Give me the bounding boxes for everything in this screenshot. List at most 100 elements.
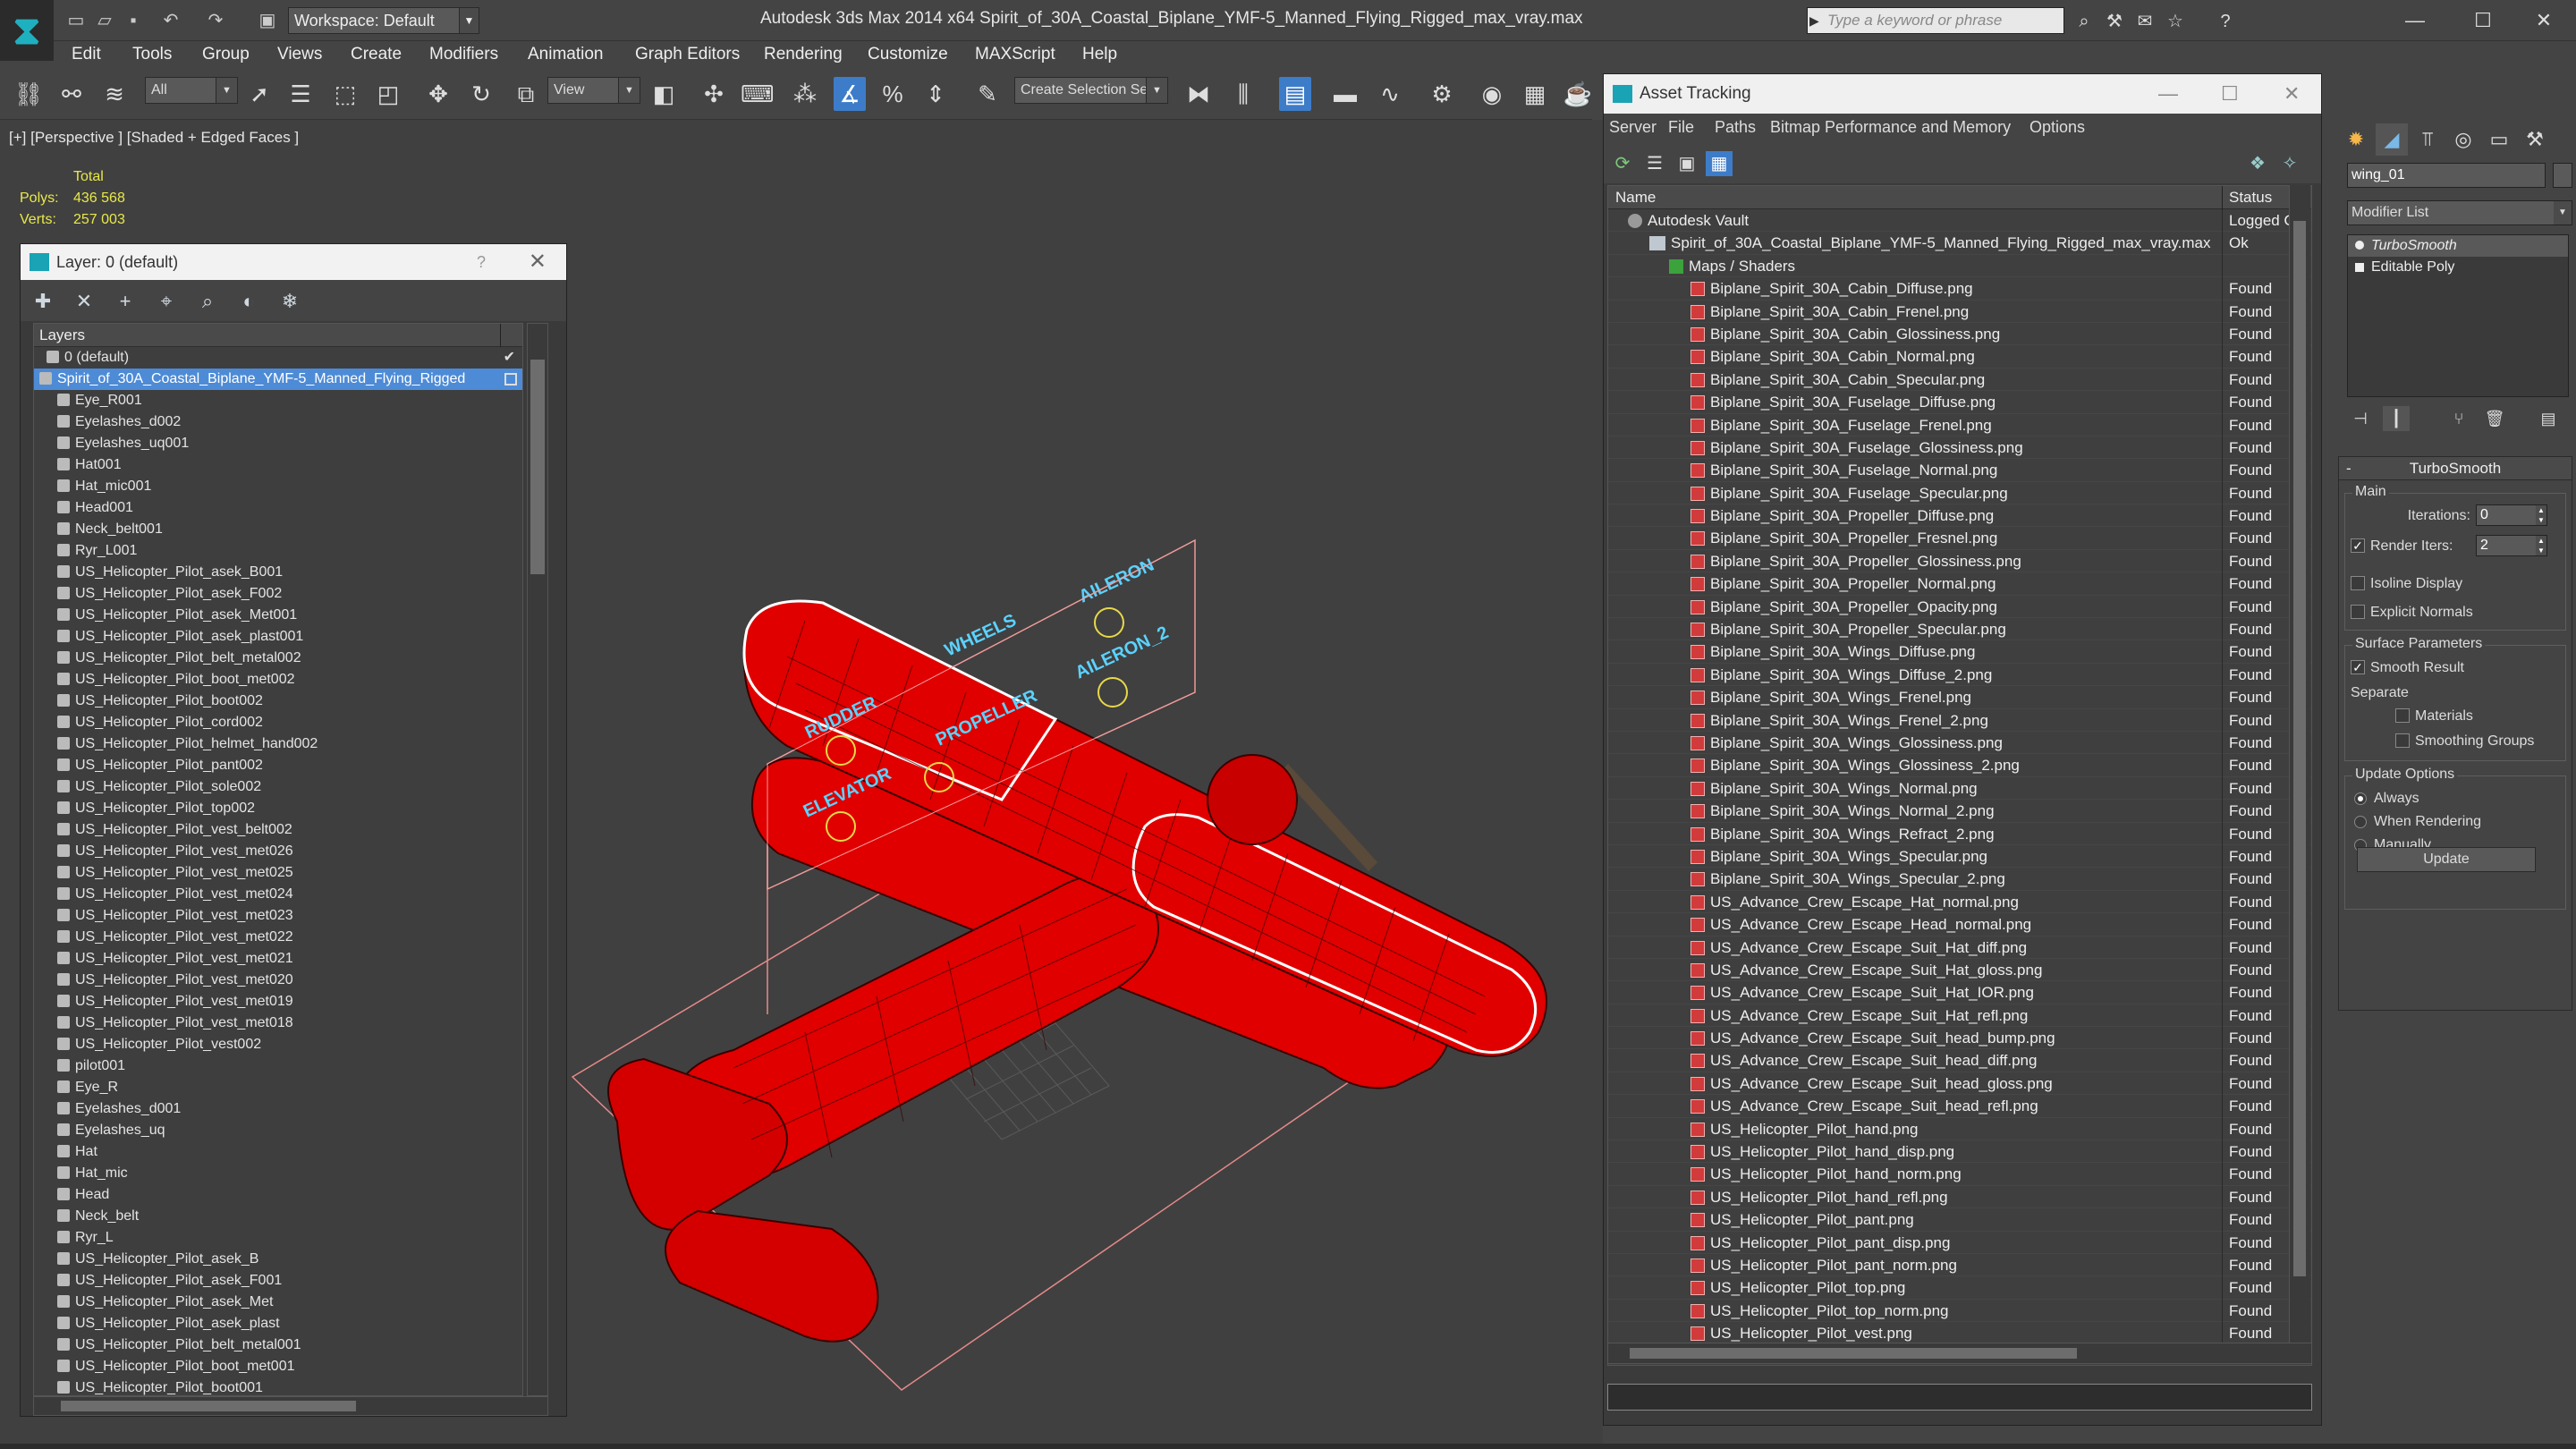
asset-row[interactable]: US_Advance_Crew_Escape_Head_normal.png Fo…: [1608, 913, 2311, 937]
select-and-rotate-icon[interactable]: ↻: [465, 77, 497, 111]
asset-tracking-header[interactable]: Asset Tracking — ☐ ✕: [1604, 74, 2321, 114]
bind-space-warp-icon[interactable]: ≋: [98, 77, 131, 111]
layer-object-row[interactable]: US_Helicopter_Pilot_belt_metal002: [34, 648, 522, 669]
manipulate-icon[interactable]: ✣: [698, 77, 730, 111]
render-iters-checkbox[interactable]: ✓: [2351, 538, 2365, 553]
layer-object-row[interactable]: Neck_belt001: [34, 519, 522, 540]
asset-table[interactable]: Name Status Autodesk Vault Logged O Spirit…: [1607, 185, 2312, 1366]
pin-stack-icon[interactable]: ⊣: [2347, 406, 2374, 431]
menu-server[interactable]: Server: [1609, 118, 1657, 137]
create-tab-icon[interactable]: ✹: [2340, 123, 2372, 156]
layer-object-row[interactable]: Eye_R: [34, 1077, 522, 1098]
layer-object-row[interactable]: US_Helicopter_Pilot_asek_F002: [34, 583, 522, 605]
layer-object-row[interactable]: Head001: [34, 497, 522, 519]
minimize-icon[interactable]: —: [2158, 74, 2178, 114]
column-name[interactable]: Name: [1615, 186, 1656, 209]
menu-options[interactable]: Options: [2029, 118, 2085, 137]
asset-row[interactable]: US_Advance_Crew_Escape_Suit_Hat_refl.png…: [1608, 1004, 2311, 1028]
asset-row[interactable]: US_Helicopter_Pilot_pant.png Found: [1608, 1208, 2311, 1233]
layer-object-row[interactable]: US_Helicopter_Pilot_boot001: [34, 1377, 522, 1395]
asset-row[interactable]: Autodesk Vault Logged O: [1608, 209, 2311, 233]
asset-row[interactable]: US_Helicopter_Pilot_hand_norm.png Found: [1608, 1163, 2311, 1187]
asset-row[interactable]: Biplane_Spirit_30A_Propeller_Glossiness.…: [1608, 549, 2311, 573]
layer-object-row[interactable]: US_Helicopter_Pilot_vest_met018: [34, 1013, 522, 1034]
layer-object-row[interactable]: US_Helicopter_Pilot_vest_met021: [34, 948, 522, 970]
menu-help[interactable]: Help: [1082, 45, 1117, 64]
minimize-icon[interactable]: —: [2388, 5, 2442, 36]
delete-layer-icon[interactable]: ✕: [71, 289, 97, 314]
menu-group[interactable]: Group: [202, 45, 250, 64]
asset-vertical-scrollbar[interactable]: [2289, 185, 2310, 1343]
open-file-icon[interactable]: ▱: [93, 9, 116, 32]
asset-row[interactable]: Biplane_Spirit_30A_Wings_Normal.png Found: [1608, 776, 2311, 801]
asset-row[interactable]: US_Helicopter_Pilot_hand_disp.png Found: [1608, 1140, 2311, 1165]
explicit-normals-checkbox[interactable]: [2351, 605, 2365, 619]
modifier-stack[interactable]: TurboSmooth Editable Poly: [2347, 234, 2569, 397]
layer-object-row[interactable]: Eyelashes_d001: [34, 1098, 522, 1120]
asset-row[interactable]: US_Helicopter_Pilot_vest.png Found: [1608, 1322, 2311, 1346]
object-color-swatch[interactable]: [2553, 163, 2572, 188]
layer-object-row[interactable]: US_Helicopter_Pilot_asek_Met: [34, 1292, 522, 1313]
set-current-layer-icon[interactable]: [504, 373, 517, 386]
maximize-icon[interactable]: ☐: [2221, 74, 2239, 114]
layer-object-row[interactable]: Hat_mic: [34, 1163, 522, 1184]
layer-object-row[interactable]: US_Helicopter_Pilot_top002: [34, 798, 522, 819]
viewport-label[interactable]: [+] [Perspective ] [Shaded + Edged Faces…: [9, 129, 299, 147]
layer-manager-icon[interactable]: ▤: [1279, 77, 1311, 111]
column-status[interactable]: Status: [2229, 186, 2272, 209]
layer-object-row[interactable]: US_Helicopter_Pilot_vest_met022: [34, 927, 522, 948]
keyboard-shortcut-icon[interactable]: ⌨: [741, 77, 775, 111]
window-crossing-icon[interactable]: ◰: [372, 77, 404, 111]
configure-sets-icon[interactable]: ▤: [2535, 406, 2562, 431]
asset-row[interactable]: US_Advance_Crew_Escape_Suit_head_gloss.p…: [1608, 1072, 2311, 1096]
separate-materials-checkbox[interactable]: [2395, 708, 2410, 723]
make-unique-icon[interactable]: ⑂: [2445, 406, 2472, 431]
highlight-layer-icon[interactable]: ⌕: [194, 289, 221, 314]
undo-icon[interactable]: ↶: [159, 9, 182, 32]
refresh-icon[interactable]: ⟳: [1609, 151, 1636, 176]
utilities-tab-icon[interactable]: ⚒: [2519, 123, 2551, 156]
rectangular-selection-icon[interactable]: ⬚: [329, 77, 361, 111]
layer-object-row[interactable]: Hat_mic001: [34, 476, 522, 497]
table-view-icon[interactable]: ▦: [1706, 151, 1733, 176]
update-button[interactable]: Update: [2357, 847, 2536, 872]
current-layer-check-icon[interactable]: ✔: [504, 347, 515, 369]
layer-object-row[interactable]: US_Helicopter_Pilot_vest002: [34, 1034, 522, 1055]
asset-horizontal-scrollbar[interactable]: [1607, 1343, 2312, 1364]
render-setup-icon[interactable]: ▦: [1519, 77, 1551, 111]
asset-row[interactable]: Biplane_Spirit_30A_Wings_Frenel_2.png Fou…: [1608, 708, 2311, 733]
layer-object-row[interactable]: US_Helicopter_Pilot_vest_met019: [34, 991, 522, 1013]
asset-row[interactable]: Biplane_Spirit_30A_Cabin_Normal.png Found: [1608, 345, 2311, 369]
scrollbar-thumb[interactable]: [61, 1401, 356, 1411]
layer-object-row[interactable]: US_Helicopter_Pilot_asek_plast: [34, 1313, 522, 1335]
freeze-all-layers-icon[interactable]: ❄: [276, 289, 303, 314]
menu-bitmap-performance[interactable]: Bitmap Performance and Memory: [1770, 118, 2011, 137]
layers-column-header[interactable]: Layers: [34, 324, 522, 347]
curve-editor-icon[interactable]: ∿: [1374, 77, 1406, 111]
layer-object-row[interactable]: US_Helicopter_Pilot_vest_met020: [34, 970, 522, 991]
asset-row[interactable]: Maps / Shaders: [1608, 254, 2311, 278]
layer-horizontal-scrollbar[interactable]: [33, 1396, 548, 1416]
layer-object-row[interactable]: Eyelashes_uq001: [34, 433, 522, 454]
layer-vertical-scrollbar[interactable]: [527, 323, 548, 1396]
material-editor-icon[interactable]: ◉: [1476, 77, 1508, 111]
layer-object-row[interactable]: US_Helicopter_Pilot_vest_met024: [34, 884, 522, 905]
hide-all-layers-icon[interactable]: ◐: [235, 289, 262, 314]
close-icon[interactable]: ✕: [2284, 74, 2300, 114]
separate-smoothing-checkbox[interactable]: [2395, 733, 2410, 748]
stack-item-turbosmooth[interactable]: TurboSmooth: [2348, 235, 2568, 257]
layer-object-row[interactable]: Ryr_L: [34, 1227, 522, 1249]
layer-panel-header[interactable]: Layer: 0 (default) ? ✕: [21, 244, 566, 280]
select-object-icon[interactable]: ➚: [243, 77, 275, 111]
menu-rendering[interactable]: Rendering: [764, 45, 843, 64]
menu-tools[interactable]: Tools: [132, 45, 172, 64]
asset-row[interactable]: Biplane_Spirit_30A_Wings_Diffuse.png Foun…: [1608, 640, 2311, 665]
asset-row[interactable]: Biplane_Spirit_30A_Cabin_Specular.png Fou…: [1608, 368, 2311, 392]
asset-row[interactable]: Biplane_Spirit_30A_Wings_Normal_2.png Fou…: [1608, 800, 2311, 824]
asset-row[interactable]: Biplane_Spirit_30A_Fuselage_Normal.png Fo…: [1608, 459, 2311, 483]
selection-filter-dropdown[interactable]: All ▼: [145, 77, 238, 104]
menu-animation[interactable]: Animation: [528, 45, 604, 64]
asset-row[interactable]: Biplane_Spirit_30A_Cabin_Glossiness.png F…: [1608, 322, 2311, 346]
layer-object-row[interactable]: US_Helicopter_Pilot_helmet_hand002: [34, 733, 522, 755]
layer-object-row[interactable]: US_Helicopter_Pilot_asek_B: [34, 1249, 522, 1270]
